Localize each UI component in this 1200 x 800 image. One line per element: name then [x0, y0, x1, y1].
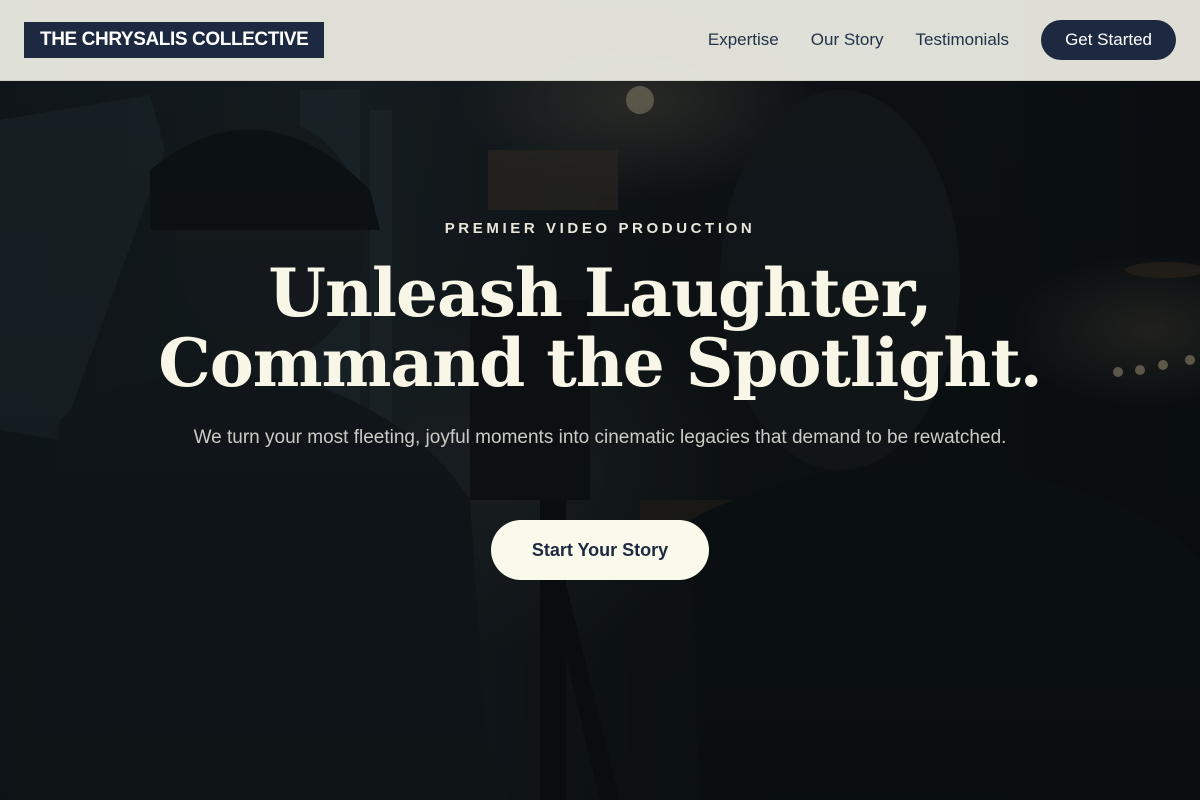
hero-headline-line-2: Command the Spotlight. [158, 324, 1043, 402]
hero-content: PREMIER VIDEO PRODUCTION Unleash Laughte… [0, 0, 1200, 800]
hero-headline: Unleash Laughter, Command the Spotlight. [0, 258, 1200, 398]
hero-headline-line-1: Unleash Laughter, [268, 254, 932, 332]
start-your-story-button[interactable]: Start Your Story [491, 520, 709, 580]
hero-subtext: We turn your most fleeting, joyful momen… [193, 427, 1007, 448]
hero-eyebrow: PREMIER VIDEO PRODUCTION [444, 220, 756, 237]
